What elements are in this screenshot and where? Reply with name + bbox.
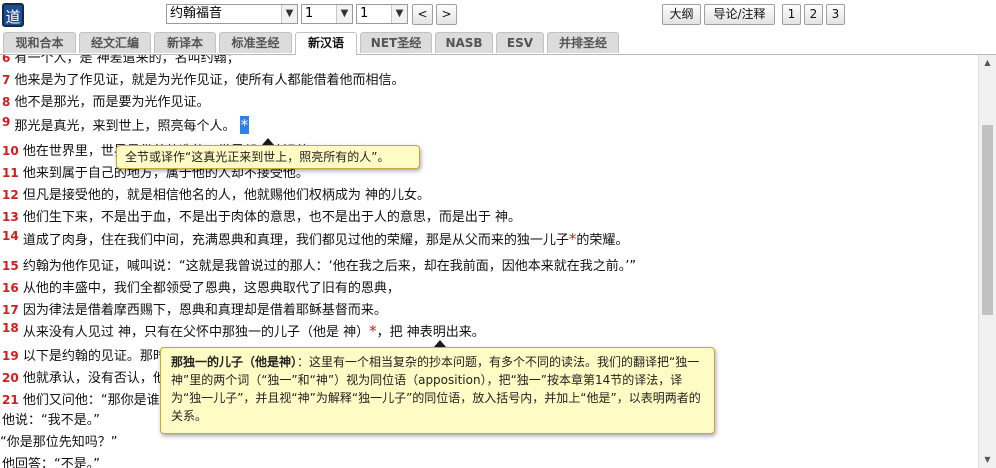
tab-net[interactable]: NET圣经 [360, 32, 432, 53]
chevron-down-icon: ▼ [281, 5, 297, 23]
scrollbar-thumb[interactable] [982, 125, 993, 315]
verse-line: 7 他来是为了作见证，就是为光作见证，使所有人都能借着他而相信。 [2, 69, 405, 88]
verse-text: 从来没有人见过 神，只有在父怀中那独一的儿子（他是 神） [22, 325, 370, 340]
tab-esv[interactable]: ESV [496, 32, 544, 53]
verse-text: 因为律法是借着摩西赐下，恩典和真理却是借着耶稣基督而来。 [22, 303, 387, 318]
verse-select[interactable]: 1 ▼ [356, 4, 408, 24]
translation-tabs: 现和合本 经文汇编 新译本 标准圣经 新汉语 NET圣经 NASB ESV 并排… [0, 30, 996, 55]
verse-line: 18 从来没有人见过 神，只有在父怀中那独一的儿子（他是 神）*，把 神表明出来… [2, 321, 485, 340]
verse-number: 19 [2, 349, 19, 363]
vertical-scrollbar[interactable]: ▲ ▼ [978, 55, 996, 468]
verse-line: 12 但凡是接受他的，就是相信他名的人，他就赐他们权柄成为 神的儿女。 [2, 184, 430, 203]
verse-line: 他说：“我不是。” [2, 409, 100, 428]
tab-nasb[interactable]: NASB [435, 32, 493, 53]
tab-standard[interactable]: 标准圣经 [219, 32, 292, 53]
verse-text: 但凡是接受他的，就是相信他名的人，他就赐他们权柄成为 神的儿女。 [22, 188, 430, 203]
tab-xinhanyu[interactable]: 新汉语 [295, 32, 357, 55]
tab-hehe[interactable]: 现和合本 [3, 32, 76, 53]
tooltip-text: 全节或译作“这真光正来到世上，照亮所有的人”。 [125, 150, 390, 164]
verse-number: 12 [2, 188, 19, 202]
verse-line: 16 从他的丰盛中，我们全都领受了恩典，这恩典取代了旧有的恩典， [2, 277, 400, 296]
verse-line: 6 有一个人，是 神差遣来的，名叫约翰； [2, 55, 240, 66]
verse-number: 9 [2, 115, 11, 129]
verse-number: 17 [2, 303, 19, 317]
verse-line: 他回答：“不是。” [2, 453, 100, 468]
verse-select-value: 1 [360, 6, 369, 21]
footnote-tooltip-large: 那独一的儿子（他是神）：这里有一个相当复杂的抄本问题，有多个不同的读法。我们的翻… [160, 340, 715, 434]
verse-line: 13 他们生下来，不是出于血，不是出于肉体的意思，也不是出于人的意思，而是出于 … [2, 206, 521, 225]
footnote-marker[interactable]: * [369, 322, 377, 340]
verse-number: 10 [2, 144, 19, 158]
verse-line: 17 因为律法是借着摩西赐下，恩典和真理却是借着耶稣基督而来。 [2, 299, 387, 318]
verse-number: 14 [2, 229, 19, 243]
verse-line: “你是那位先知吗？” [0, 431, 117, 450]
size-button-2[interactable]: 2 [804, 4, 823, 25]
footnote-tooltip-small: 全节或译作“这真光正来到世上，照亮所有的人”。 [116, 138, 420, 169]
book-select[interactable]: 约翰福音 ▼ [166, 4, 298, 24]
verse-number: 16 [2, 281, 19, 295]
outline-button[interactable]: 大纲 [662, 4, 701, 25]
verse-text: 那光是真光，来到世上，照亮每个人。 [14, 119, 236, 134]
scroll-up-icon[interactable]: ▲ [979, 55, 996, 71]
footnote-marker[interactable]: * [239, 116, 250, 134]
app-logo[interactable]: 道 [2, 3, 24, 27]
size-button-1[interactable]: 1 [782, 4, 801, 25]
bible-text: 6 有一个人，是 神差遣来的，名叫约翰； 7 他来是为了作见证，就是为光作见证，… [0, 55, 977, 468]
tooltip-title: 那独一的儿子（他是神） [171, 355, 298, 369]
verse-text: 他们生下来，不是出于血，不是出于肉体的意思，也不是出于人的意思，而是出于 神。 [22, 210, 521, 225]
tab-concordance[interactable]: 经文汇编 [79, 32, 151, 53]
verse-line: 15 约翰为他作见证，喊叫说：“这就是我曾说过的那人：‘他在我之后来，却在我前面… [2, 255, 636, 274]
verse-text: 从他的丰盛中，我们全都领受了恩典，这恩典取代了旧有的恩典， [22, 281, 400, 296]
intro-notes-button[interactable]: 导论/注释 [704, 4, 775, 25]
verse-line: 14 道成了肉身，住在我们中间，充满恩典和真理，我们都见过他的荣耀，那是从父而来… [2, 229, 628, 248]
scroll-down-icon[interactable]: ▼ [979, 452, 996, 468]
prev-button[interactable]: < [412, 4, 433, 25]
verse-text-after: 的荣耀。 [576, 233, 629, 248]
verse-number: 8 [2, 95, 11, 109]
verse-text: 他回答：“不是。” [2, 457, 100, 468]
verse-text: 约翰为他作见证，喊叫说：“这就是我曾说过的那人：‘他在我之后来，却在我前面，因他… [22, 259, 637, 274]
verse-number: 13 [2, 210, 19, 224]
verse-number: 11 [2, 166, 19, 180]
tab-parallel[interactable]: 并排圣经 [547, 32, 619, 53]
verse-number: 15 [2, 259, 19, 273]
verse-number: 6 [2, 55, 11, 65]
verse-line: 8 他不是那光，而是要为光作见证。 [2, 91, 210, 110]
verse-text: 他不是那光，而是要为光作见证。 [14, 95, 210, 110]
tooltip-pointer [262, 138, 274, 145]
next-button[interactable]: > [436, 4, 457, 25]
chapter-select-value: 1 [305, 6, 314, 21]
book-select-value: 约翰福音 [170, 6, 223, 21]
tooltip-pointer [434, 340, 446, 347]
verse-text-after: ，把 神表明出来。 [376, 325, 485, 340]
chevron-down-icon: ▼ [336, 5, 352, 23]
verse-text: 他说：“我不是。” [2, 413, 100, 428]
tab-xinyiben[interactable]: 新译本 [154, 32, 216, 53]
chevron-down-icon: ▼ [391, 5, 407, 23]
size-button-3[interactable]: 3 [826, 4, 845, 25]
verse-number: 7 [2, 73, 11, 87]
verse-number: 21 [2, 393, 19, 407]
verse-line: 9 那光是真光，来到世上，照亮每个人。 * [2, 115, 250, 134]
toolbar: 道 约翰福音 ▼ 1 ▼ 1 ▼ < > 大纲 导论/注释 1 2 3 [0, 0, 996, 30]
verse-number: 20 [2, 371, 19, 385]
verse-text: 有一个人，是 神差遣来的，名叫约翰； [14, 55, 240, 66]
verse-text: “你是那位先知吗？” [0, 435, 118, 450]
verse-text: 他来是为了作见证，就是为光作见证，使所有人都能借着他而相信。 [14, 73, 405, 88]
chapter-select[interactable]: 1 ▼ [301, 4, 353, 24]
verse-number: 18 [2, 321, 19, 335]
verse-text: 道成了肉身，住在我们中间，充满恩典和真理，我们都见过他的荣耀，那是从父而来的独一… [22, 233, 569, 248]
